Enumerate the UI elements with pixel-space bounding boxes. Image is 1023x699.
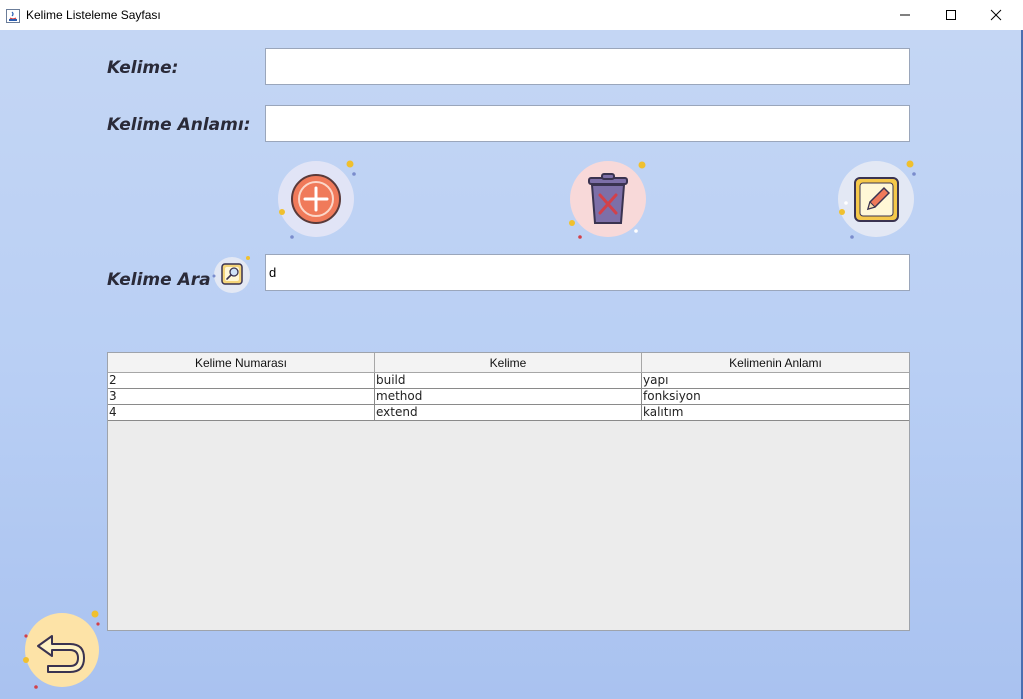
main-panel: Kelime: Kelime Anlamı: Kelime Ara d Keli… [0,30,1021,699]
window-title: Kelime Listeleme Sayfası [26,8,161,22]
word-input[interactable] [265,48,910,85]
trash-delete-icon [569,161,646,239]
cell-word: method [375,389,642,404]
close-button[interactable] [973,0,1019,30]
title-bar: Kelime Listeleme Sayfası [0,0,1023,30]
cell-number: 4 [108,405,375,420]
pencil-edit-icon [838,160,916,239]
column-header-number[interactable]: Kelime Numarası [108,353,375,373]
cell-meaning: fonksiyon [643,389,701,403]
maximize-icon [946,10,956,20]
minimize-icon [900,14,910,16]
word-label: Kelime: [107,58,179,78]
magnifier-icon [212,256,250,293]
maximize-button[interactable] [928,0,974,30]
cell-word: extend [375,405,642,420]
meaning-input[interactable] [265,105,910,142]
search-label: Kelime Ara [107,270,211,290]
cell-number: 3 [108,389,375,404]
search-button[interactable] [210,254,254,294]
minimize-button[interactable] [882,0,928,30]
table-body: 2 build yapı 3 method fonksiyon 4 extend… [108,373,909,421]
cell-number: 2 [108,373,375,388]
table-row[interactable]: 3 method fonksiyon [108,389,909,405]
java-app-icon [6,8,20,23]
add-circle-icon [278,160,356,239]
delete-button[interactable] [566,157,650,241]
search-input[interactable]: d [265,254,910,291]
add-button[interactable] [276,157,360,241]
column-header-word[interactable]: Kelime [375,353,642,373]
cell-meaning: kalıtım [643,405,684,419]
word-table[interactable]: Kelime Numarası Kelime Kelimenin Anlamı … [107,352,910,631]
edit-button[interactable] [834,157,918,241]
meaning-label: Kelime Anlamı: [107,115,251,135]
table-header: Kelime Numarası Kelime Kelimenin Anlamı [108,353,909,373]
table-row[interactable]: 4 extend kalıtım [108,405,909,421]
back-button[interactable] [18,606,104,692]
table-row[interactable]: 2 build yapı [108,373,909,389]
close-icon [990,9,1002,21]
column-header-meaning[interactable]: Kelimenin Anlamı [642,353,909,373]
cell-meaning: yapı [643,373,669,387]
back-arrow-icon [23,610,100,689]
cell-word: build [375,373,642,388]
